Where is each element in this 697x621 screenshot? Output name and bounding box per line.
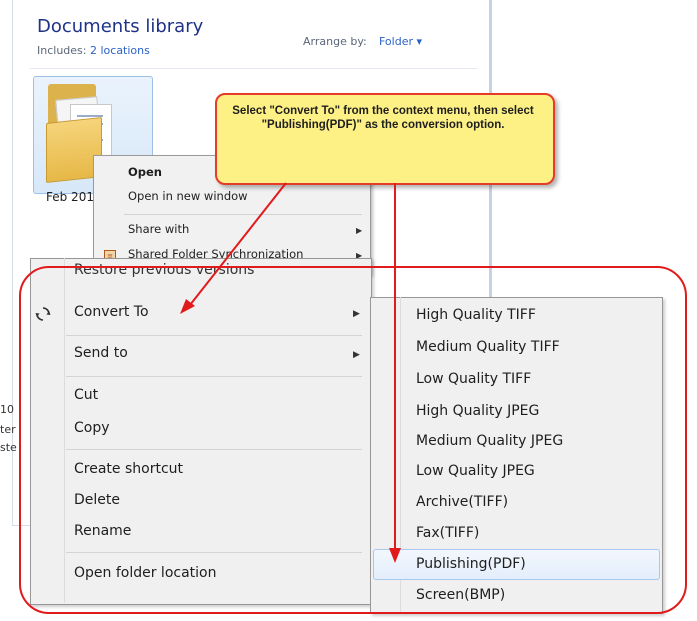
arrow-head-publishing-pdf	[389, 548, 401, 563]
annotation-arrows	[180, 182, 401, 563]
arrow-to-convert-to	[189, 182, 287, 306]
